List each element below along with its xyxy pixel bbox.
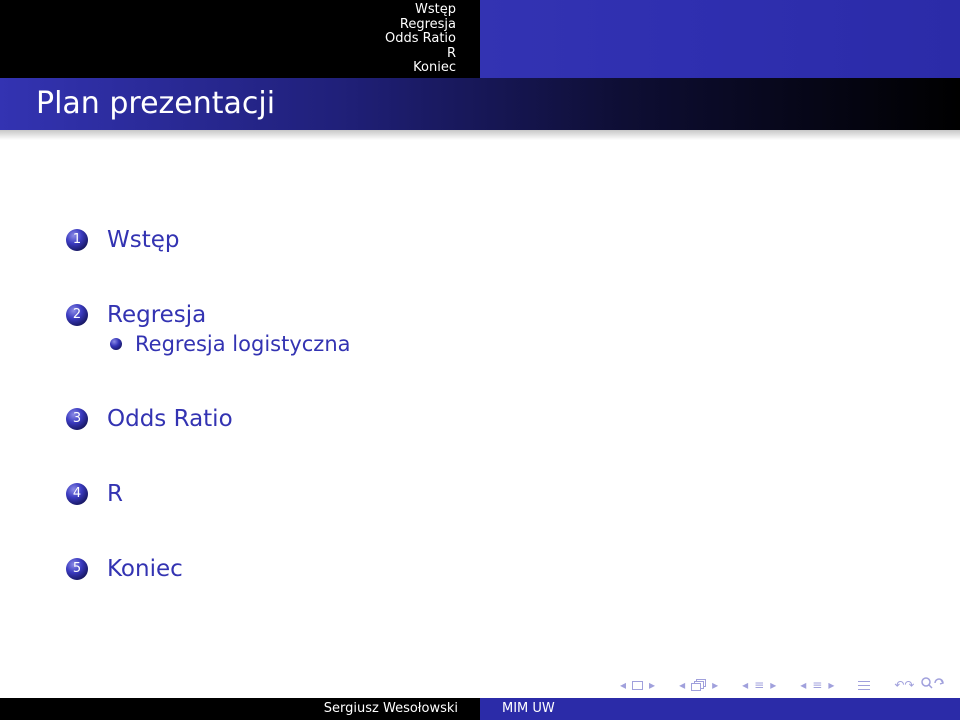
back-forward-icon[interactable]: ↶↷ xyxy=(894,677,914,693)
table-of-contents: 1 Wstęp 2 Regresja Regresja logistyczna … xyxy=(66,222,766,587)
document-icon[interactable] xyxy=(858,680,871,690)
frame-title-bar: Plan prezentacji xyxy=(0,78,960,130)
frame-prev-icon[interactable]: ◂ xyxy=(679,677,685,693)
search-icon[interactable] xyxy=(920,676,946,694)
footer-author: Sergiusz Wesołowski xyxy=(0,698,480,720)
toc-section-5[interactable]: 5 Koniec xyxy=(66,551,766,587)
toc-section-label: Odds Ratio xyxy=(107,406,233,432)
footer: Sergiusz Wesołowski MIM UW xyxy=(0,698,960,720)
title-shadow xyxy=(0,130,960,140)
toc-subsection-regresja-logistyczna[interactable]: Regresja logistyczna xyxy=(110,329,766,359)
nav-section-regresja[interactable]: Regresja xyxy=(400,17,456,33)
section-icon[interactable]: ≡ xyxy=(812,677,822,693)
subsection-icon[interactable]: ≡ xyxy=(754,677,764,693)
frame-next-icon[interactable]: ▸ xyxy=(712,677,718,693)
subsection-next-icon[interactable]: ▸ xyxy=(770,677,776,693)
toc-section-label: Koniec xyxy=(107,556,183,582)
section-prev-icon[interactable]: ◂ xyxy=(800,677,806,693)
toc-section-3[interactable]: 3 Odds Ratio xyxy=(66,401,766,437)
toc-section-label: Regresja xyxy=(107,302,207,328)
page-title: Plan prezentacji xyxy=(36,86,276,121)
nav-section-odds-ratio[interactable]: Odds Ratio xyxy=(385,31,456,47)
section-next-icon[interactable]: ▸ xyxy=(828,677,834,693)
header-right-panel xyxy=(480,0,960,78)
nav-section-r[interactable]: R xyxy=(447,46,456,62)
footer-institute: MIM UW xyxy=(480,698,960,720)
header-navigation: Wstęp Regresja Odds Ratio R Koniec xyxy=(0,0,960,78)
slide-prev-icon[interactable]: ◂ xyxy=(620,677,626,693)
toc-subsection-label: Regresja logistyczna xyxy=(135,332,351,356)
section-number-ball: 1 xyxy=(66,229,88,251)
toc-section-label: R xyxy=(107,481,123,507)
nav-section-wstep[interactable]: Wstęp xyxy=(415,2,456,18)
navigation-symbols: ◂ ▸ ◂ ▸ ◂ ≡ ▸ ◂ ≡ ▸ ↶↷ xyxy=(620,676,946,694)
toc-section-4[interactable]: 4 R xyxy=(66,476,766,512)
subsection-bullet-icon xyxy=(110,338,122,350)
section-navigation: Wstęp Regresja Odds Ratio R Koniec xyxy=(0,0,480,78)
section-number-ball: 4 xyxy=(66,483,88,505)
frame-icon[interactable] xyxy=(691,679,707,691)
toc-section-1[interactable]: 1 Wstęp xyxy=(66,222,766,258)
nav-section-koniec[interactable]: Koniec xyxy=(413,60,456,76)
slide: Wstęp Regresja Odds Ratio R Koniec Plan … xyxy=(0,0,960,720)
section-number-ball: 2 xyxy=(66,304,88,326)
section-number-ball: 3 xyxy=(66,408,88,430)
toc-section-2[interactable]: 2 Regresja xyxy=(66,297,766,333)
slide-icon[interactable] xyxy=(632,680,644,690)
slide-next-icon[interactable]: ▸ xyxy=(649,677,655,693)
toc-section-label: Wstęp xyxy=(107,227,180,253)
section-number-ball: 5 xyxy=(66,558,88,580)
subsection-prev-icon[interactable]: ◂ xyxy=(742,677,748,693)
